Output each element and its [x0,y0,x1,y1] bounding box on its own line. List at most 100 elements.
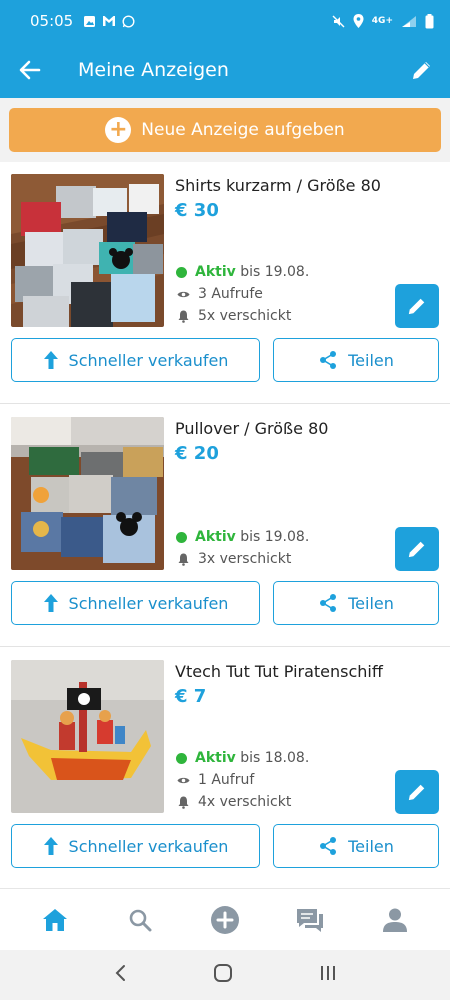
sell-faster-button[interactable]: Schneller verkaufen [11,581,260,625]
app-bar: Meine Anzeigen [0,42,450,98]
active-status-dot [176,266,187,278]
share-icon [320,594,337,612]
arrow-up-icon [43,351,58,369]
signal-icon [402,15,416,27]
edit-listing-button[interactable] [395,284,439,328]
messages-icon [297,908,324,932]
eye-icon [176,290,190,299]
bell-icon [176,796,190,809]
listing-status: Aktiv bis 19.08. [176,529,309,545]
listing-views: 3 Aufrufe [176,286,263,302]
arrow-up-icon [43,837,58,855]
listing-card[interactable]: Vtech Tut Tut Piratenschiff € 7 Aktiv bi… [0,648,450,888]
share-icon [320,837,337,855]
status-until: bis 19.08. [240,264,310,280]
sent-count: 4x verschickt [198,794,292,810]
share-icon [320,351,337,369]
pencil-icon [408,298,425,315]
profile-icon [383,908,408,932]
nav-home[interactable] [25,890,85,950]
nav-profile[interactable] [365,890,425,950]
share-label: Teilen [348,350,394,370]
recents-icon [321,966,335,980]
system-home-button[interactable] [213,963,233,987]
active-status-dot [176,752,187,764]
eye-icon [176,776,190,785]
listing-price: € 20 [175,443,219,464]
new-ad-label: Neue Anzeige aufgeben [141,120,345,140]
pencil-icon [408,784,425,801]
share-label: Teilen [348,593,394,613]
listing-sent: 5x verschickt [176,308,291,324]
listing-title[interactable]: Vtech Tut Tut Piratenschiff [175,662,383,681]
bell-icon [176,553,190,566]
views-count: 1 Aufruf [198,772,255,788]
nav-add[interactable] [195,890,255,950]
back-button[interactable] [0,42,60,98]
location-icon [353,14,364,28]
listing-price: € 7 [175,686,207,707]
listing-sent: 3x verschickt [176,551,291,567]
sell-faster-button[interactable]: Schneller verkaufen [11,338,260,382]
listing-list: Shirts kurzarm / Größe 80 € 30 Aktiv bis… [0,162,450,888]
edit-mode-button[interactable] [394,42,450,98]
listing-status: Aktiv bis 18.08. [176,750,309,766]
home-square-icon [214,964,232,982]
bell-icon [176,310,190,323]
sell-faster-label: Schneller verkaufen [68,350,229,370]
whatsapp-icon [122,14,135,28]
sell-faster-label: Schneller verkaufen [68,593,229,613]
share-button[interactable]: Teilen [273,338,439,382]
views-count: 3 Aufrufe [198,286,263,302]
notification-icons [83,14,135,28]
listing-title[interactable]: Shirts kurzarm / Größe 80 [175,176,381,195]
pirate-ship-photo[interactable] [11,660,164,813]
search-icon [129,909,152,931]
gallery-icon [84,15,96,27]
arrow-up-icon [43,594,58,612]
new-ad-button[interactable]: + Neue Anzeige aufgeben [9,108,441,152]
sent-count: 3x verschickt [198,551,292,567]
system-back-button[interactable] [113,964,127,986]
listing-title[interactable]: Pullover / Größe 80 [175,419,328,438]
status-label: Aktiv [195,264,236,280]
nav-search[interactable] [110,890,170,950]
share-button[interactable]: Teilen [273,581,439,625]
network-type: 4G+ [371,16,393,26]
pencil-icon [413,62,430,79]
sell-faster-button[interactable]: Schneller verkaufen [11,824,260,868]
add-icon [210,905,239,934]
edit-listing-button[interactable] [395,527,439,571]
listing-status: Aktiv bis 19.08. [176,264,309,280]
arrow-left-icon [19,60,41,80]
gmail-icon [103,15,116,26]
status-label: Aktiv [195,529,236,545]
plus-circle-icon: + [105,117,132,143]
listing-card[interactable]: Pullover / Größe 80 € 20 Aktiv bis 19.08… [0,405,450,647]
page-title: Meine Anzeigen [78,59,229,81]
edit-listing-button[interactable] [395,770,439,814]
pullover-photo[interactable] [11,417,164,570]
battery-icon [425,13,434,28]
bottom-nav [0,888,450,950]
chevron-left-icon [115,965,125,981]
nav-messages[interactable] [280,890,340,950]
active-status-dot [176,531,187,543]
pencil-icon [408,541,425,558]
sent-count: 5x verschickt [198,308,292,324]
home-icon [42,908,67,931]
share-label: Teilen [348,836,394,856]
status-bar: 05:05 4G+ [0,0,450,42]
listing-sent: 4x verschickt [176,794,291,810]
sell-faster-label: Schneller verkaufen [68,836,229,856]
status-until: bis 19.08. [240,529,310,545]
listing-views: 1 Aufruf [176,772,254,788]
share-button[interactable]: Teilen [273,824,439,868]
status-time: 05:05 [30,12,74,30]
listing-card[interactable]: Shirts kurzarm / Größe 80 € 30 Aktiv bis… [0,162,450,404]
status-label: Aktiv [195,750,236,766]
shirts-photo[interactable] [11,174,164,327]
system-recents-button[interactable] [319,964,337,986]
mute-icon [332,15,345,27]
status-until: bis 18.08. [240,750,310,766]
